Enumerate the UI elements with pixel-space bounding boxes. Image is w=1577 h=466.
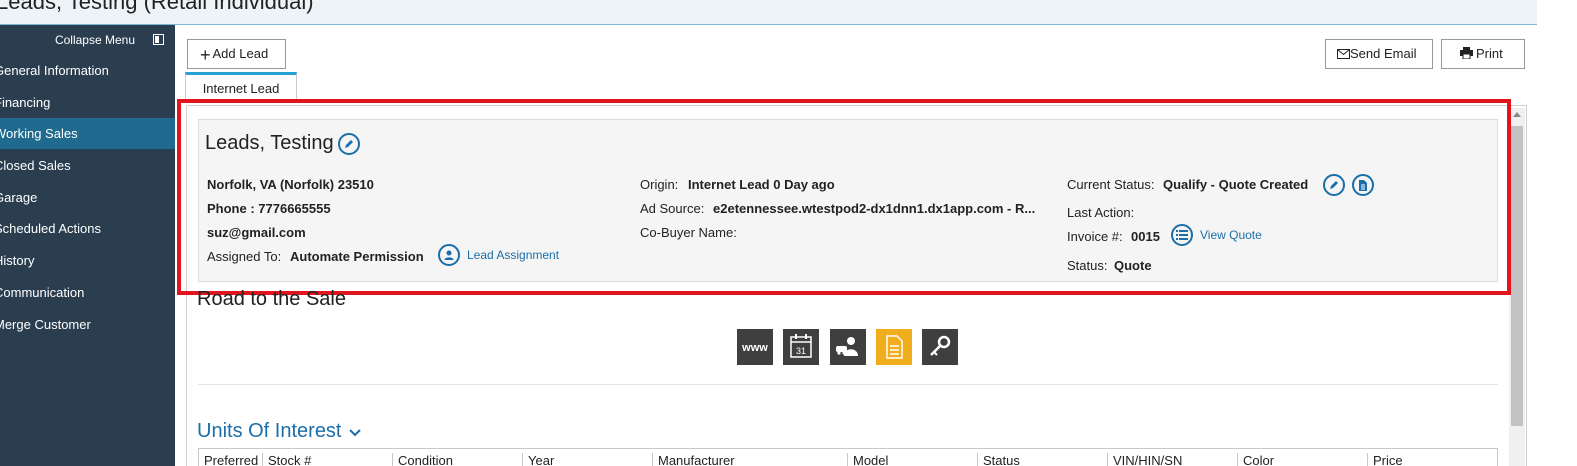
document-icon — [886, 335, 903, 359]
tab-label: Internet Lead — [202, 81, 280, 96]
lead-assignment-link[interactable]: Lead Assignment — [467, 248, 559, 262]
column-header-vin[interactable]: VIN/HIN/SN — [1108, 453, 1238, 466]
sidebar: Collapse Menu General Information Financ… — [0, 25, 175, 466]
assigned-to-label: Assigned To: — [207, 249, 282, 264]
road-step-www[interactable]: www — [737, 329, 773, 365]
www-icon: www — [741, 342, 768, 354]
column-header-preferred[interactable]: Preferred — [199, 453, 263, 466]
sidebar-item-garage[interactable]: Garage — [0, 182, 175, 213]
sidebar-item-working-sales[interactable]: Working Sales — [0, 118, 175, 149]
view-quote-icon-button[interactable] — [1171, 224, 1193, 246]
column-header-year[interactable]: Year — [523, 453, 653, 466]
sidebar-item-general-information[interactable]: General Information — [0, 55, 175, 86]
road-step-customer-vehicle[interactable] — [830, 329, 866, 365]
sidebar-item-label: Financing — [0, 95, 51, 110]
list-icon — [1176, 230, 1188, 240]
print-button[interactable]: Print — [1441, 39, 1525, 69]
sidebar-item-merge-customer[interactable]: Merge Customer — [0, 309, 175, 340]
document-icon — [1359, 179, 1367, 191]
status-label: Status: — [1067, 258, 1108, 273]
sidebar-item-label: Scheduled Actions — [0, 221, 101, 236]
title-bar: Leads, Testing (Retail Individual) — [0, 0, 1537, 25]
lead-assignment-icon-button[interactable] — [438, 244, 460, 266]
column-header-condition[interactable]: Condition — [393, 453, 523, 466]
scrollbar-thumb[interactable] — [1511, 126, 1523, 426]
origin-label: Origin: — [640, 177, 679, 192]
road-step-document[interactable] — [876, 329, 912, 365]
column-header-status[interactable]: Status — [978, 453, 1108, 466]
sidebar-item-communication[interactable]: Communication — [0, 277, 175, 308]
printer-icon — [1460, 41, 1473, 69]
plus-icon: + — [200, 44, 211, 65]
sidebar-item-scheduled-actions[interactable]: Scheduled Actions — [0, 213, 175, 244]
collapse-icon — [153, 34, 164, 45]
road-step-key[interactable] — [922, 329, 958, 365]
current-status-value: Qualify - Quote Created — [1163, 177, 1309, 192]
view-quote-link[interactable]: View Quote — [1200, 228, 1262, 242]
status-document-button[interactable] — [1352, 174, 1374, 196]
road-to-sale-title: Road to the Sale — [197, 288, 346, 310]
sidebar-item-label: Communication — [0, 285, 85, 300]
envelope-icon — [1337, 41, 1350, 69]
customer-vehicle-icon — [836, 337, 858, 356]
add-lead-label: Add Lead — [212, 46, 269, 61]
sidebar-item-label: Closed Sales — [0, 158, 71, 173]
sidebar-item-label: Garage — [0, 190, 38, 205]
chevron-down-icon — [349, 420, 361, 443]
scroll-up-arrow-icon[interactable] — [1513, 112, 1521, 117]
units-of-interest-toggle[interactable]: Units Of Interest — [197, 420, 361, 443]
send-email-button[interactable]: Send Email — [1325, 39, 1433, 69]
sidebar-item-financing[interactable]: Financing — [0, 87, 175, 118]
sidebar-item-label: Working Sales — [0, 126, 78, 141]
column-header-color[interactable]: Color — [1238, 453, 1368, 466]
co-buyer-label: Co-Buyer Name: — [640, 225, 737, 240]
pencil-icon — [1330, 181, 1338, 189]
sidebar-item-closed-sales[interactable]: Closed Sales — [0, 150, 175, 181]
sidebar-item-label: Merge Customer — [0, 317, 91, 332]
svg-text:31: 31 — [796, 346, 806, 356]
tab-internet-lead[interactable]: Internet Lead — [185, 72, 297, 102]
column-header-price[interactable]: Price — [1368, 453, 1497, 466]
lead-email: suz@gmail.com — [207, 225, 306, 240]
collapse-menu-label: Collapse Menu — [54, 33, 135, 47]
invoice-label: Invoice #: — [1067, 229, 1123, 244]
invoice-value: 0015 — [1131, 229, 1160, 244]
sidebar-item-history[interactable]: History — [0, 245, 175, 276]
assigned-to-value: Automate Permission — [290, 249, 424, 264]
section-divider — [198, 384, 1498, 385]
origin-value: Internet Lead 0 Day ago — [688, 177, 835, 192]
lead-name: Leads, Testing — [205, 132, 334, 154]
status-value: Quote — [1114, 258, 1152, 273]
last-action-label: Last Action: — [1067, 205, 1135, 220]
edit-lead-name-button[interactable] — [338, 133, 360, 155]
sidebar-item-label: History — [0, 253, 35, 268]
column-header-stock[interactable]: Stock # — [263, 453, 393, 466]
units-table-header: Preferred Stock # Condition Year Manufac… — [198, 448, 1498, 466]
print-label: Print — [1476, 46, 1503, 61]
add-lead-button[interactable]: + Add Lead — [187, 39, 286, 69]
send-email-label: Send Email — [1350, 46, 1417, 61]
calendar-icon: 31 — [790, 334, 812, 358]
key-icon — [930, 335, 951, 356]
page-title: Leads, Testing (Retail Individual) — [0, 0, 314, 14]
user-assign-icon — [444, 250, 454, 260]
column-header-model[interactable]: Model — [848, 453, 978, 466]
current-status-label: Current Status: — [1067, 177, 1155, 192]
svg-text:www: www — [741, 342, 768, 354]
sidebar-item-label: General Information — [0, 63, 109, 78]
pencil-icon — [345, 140, 353, 148]
road-step-calendar[interactable]: 31 — [783, 329, 819, 365]
lead-phone: Phone : 7776665555 — [207, 201, 331, 216]
edit-status-button[interactable] — [1323, 174, 1345, 196]
column-header-manufacturer[interactable]: Manufacturer — [653, 453, 848, 466]
vertical-scrollbar[interactable] — [1509, 108, 1525, 466]
ad-source-value: e2etennessee.wtestpod2-dx1dnn1.dx1app.co… — [713, 201, 1036, 216]
units-of-interest-title: Units Of Interest — [197, 420, 342, 442]
lead-location: Norfolk, VA (Norfolk) 23510 — [207, 177, 374, 192]
collapse-menu-button[interactable]: Collapse Menu — [0, 25, 175, 55]
ad-source-label: Ad Source: — [640, 201, 705, 216]
